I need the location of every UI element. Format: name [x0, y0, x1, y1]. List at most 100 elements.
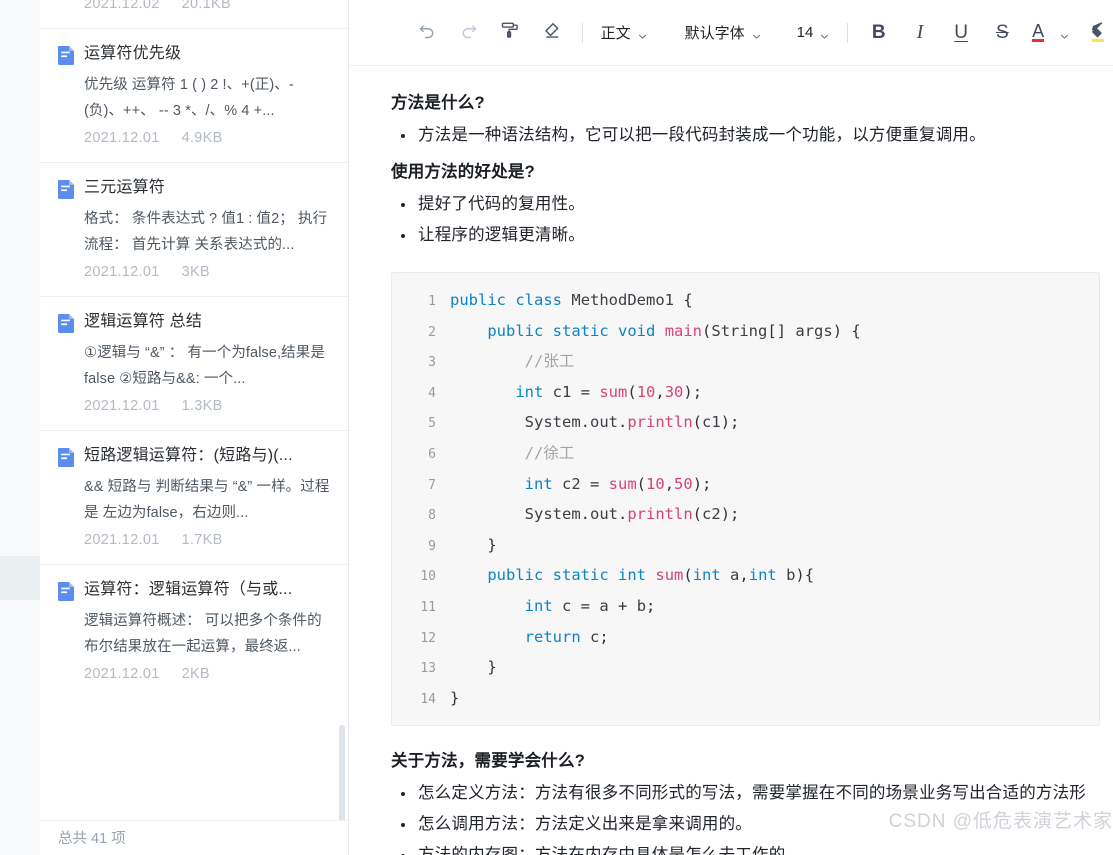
font-color-dropdown-button[interactable] — [1053, 13, 1076, 53]
document-icon — [58, 314, 74, 333]
undo-icon — [417, 20, 438, 46]
undo-button[interactable] — [407, 13, 448, 53]
code-line-text: System.out.println(c2); — [524, 505, 740, 524]
document-list-scrollbar[interactable] — [339, 725, 345, 820]
section-heading-2: 使用方法的好处是? — [391, 163, 535, 181]
highlighter-icon — [1087, 20, 1108, 46]
section-heading-1: 方法是什么? — [391, 94, 485, 112]
document-item-size: 4.9KB — [181, 130, 223, 146]
editor-pane: 正文 默认字体 14 B I U S A 方法是什么? 方法是一种语法结构，它可… — [349, 0, 1113, 855]
document-icon — [58, 180, 74, 199]
bullet-item: 怎么定义方法：方法有很多不同形式的写法，需要掌握在不同的场景业务写出合适的方法形 — [391, 778, 1113, 809]
code-line-number: 13 — [420, 661, 436, 677]
code-line: 5 System.out.println(c1); — [392, 407, 1099, 438]
document-list-sidebar: 码... } 格式2： if(条件表达式){ 代...2021.12.0220.… — [40, 0, 349, 855]
toolbar-divider-1 — [581, 22, 583, 43]
code-line-text: return c; — [524, 627, 609, 646]
document-item-meta: 2021.12.01 3KB — [84, 264, 330, 280]
code-line: 13 } — [392, 652, 1099, 683]
bold-icon: B — [871, 21, 886, 43]
code-line-number: 2 — [428, 324, 436, 340]
document-list[interactable]: 码... } 格式2： if(条件表达式){ 代...2021.12.0220.… — [40, 0, 348, 820]
paragraph-style-select[interactable]: 正文 — [593, 16, 655, 50]
document-item-snippet: && 短路与 判断结果与 “&” 一样。过程是 左边为false，右边则... — [84, 479, 330, 521]
code-line-number: 10 — [420, 569, 436, 585]
bullet-item: 让程序的逻辑更清晰。 — [391, 220, 1113, 251]
document-list-item[interactable]: 运算符：逻辑运算符（与或... 逻辑运算符概述： 可以把多个条件的布尔结果放在一起… — [40, 564, 348, 698]
code-line-text: //徐工 — [450, 443, 575, 462]
italic-icon: I — [916, 21, 924, 43]
code-line-number: 4 — [428, 385, 436, 401]
document-item-size: 1.3KB — [181, 398, 223, 414]
code-line: 2 public static void main(String[] args)… — [392, 316, 1099, 347]
code-line: 4 int c1 = sum(10,30); — [392, 377, 1099, 408]
document-list-item[interactable]: 码... } 格式2： if(条件表达式){ 代...2021.12.0220.… — [40, 0, 348, 28]
code-line: 14} — [392, 683, 1099, 714]
document-item-size: 3KB — [181, 264, 210, 280]
document-item-snippet: 格式： 条件表达式 ? 值1 : 值2； 执行流程： 首先计算 关系表达式的..… — [84, 211, 328, 253]
left-nav-rail-active-item[interactable] — [0, 556, 40, 600]
redo-icon — [458, 20, 479, 46]
highlight-button[interactable] — [1083, 13, 1113, 53]
bullet-list-1: 方法是一种语法结构，它可以把一段代码封装成一个功能，以方便重复调用。 — [391, 120, 1113, 151]
bullet-list-2: 提好了代码的复用性。 让程序的逻辑更清晰。 — [391, 189, 1113, 251]
document-item-title: 三元运算符 — [84, 179, 166, 196]
font-family-select[interactable]: 默认字体 — [677, 16, 769, 50]
document-item-meta: 2021.12.01 4.9KB — [84, 130, 330, 146]
document-list-item[interactable]: 三元运算符格式： 条件表达式 ? 值1 : 值2； 执行流程： 首先计算 关系表… — [40, 162, 348, 296]
italic-button[interactable]: I — [899, 13, 940, 53]
code-line-number: 11 — [420, 599, 436, 615]
document-item-snippet: ①逻辑与 “&” ： 有一个为false,结果是false ②短路与&&: 一个… — [84, 345, 325, 387]
code-line: 1 public class MethodDemo1 { — [392, 285, 1099, 316]
code-block[interactable]: 1 public class MethodDemo1 { 2 public stat… — [391, 272, 1100, 727]
document-item-date: 2021.12.01 — [84, 532, 160, 548]
document-item-date: 2021.12.01 — [84, 264, 160, 280]
document-list-item[interactable]: 逻辑运算符 总结 ①逻辑与 “&” ： 有一个为false,结果是false ②短… — [40, 296, 348, 430]
code-line-text: int c2 = sum(10,50); — [524, 474, 712, 493]
strikethrough-button[interactable]: S — [982, 13, 1023, 53]
font-size-value: 14 — [796, 24, 814, 41]
chevron-down-icon — [638, 28, 647, 39]
chevron-down-icon — [752, 28, 761, 39]
code-line: 3 //张工 — [392, 346, 1099, 377]
document-item-meta: 2021.12.01 1.3KB — [84, 398, 330, 414]
code-line-text: } — [450, 688, 460, 707]
document-item-title: 短路逻辑运算符：(短路与)(... — [84, 447, 293, 464]
code-line: 9 } — [392, 530, 1099, 561]
document-item-snippet: 优先级 运算符 1 ( ) 2 !、+(正)、-(负)、++、 -- 3 *、/… — [84, 77, 294, 119]
code-line-number: 6 — [428, 446, 436, 462]
document-item-header: 三元运算符 — [58, 177, 330, 199]
bullet-item: 提好了代码的复用性。 — [391, 189, 1113, 220]
document-item-date: 2021.12.01 — [84, 666, 160, 682]
code-line-number: 1 — [428, 294, 436, 309]
document-list-item[interactable]: 短路逻辑运算符：(短路与)(... && 短路与 判断结果与 “&” 一样。过程是… — [40, 430, 348, 564]
paragraph-style-value: 正文 — [600, 25, 631, 42]
format-painter-button[interactable] — [489, 13, 530, 53]
font-size-select[interactable]: 14 — [789, 16, 838, 50]
document-icon — [58, 46, 74, 65]
document-item-header: 逻辑运算符 总结 — [58, 311, 330, 333]
bold-button[interactable]: B — [858, 13, 899, 53]
code-line: 10 public static int sum(int a,int b){ — [392, 560, 1099, 591]
clear-format-button[interactable] — [531, 13, 572, 53]
left-nav-rail[interactable] — [0, 0, 40, 855]
code-line-text: public class MethodDemo1 { — [450, 291, 693, 309]
document-body[interactable]: 方法是什么? 方法是一种语法结构，它可以把一段代码封装成一个功能，以方便重复调用… — [349, 66, 1113, 855]
chevron-down-icon — [820, 28, 829, 39]
eraser-icon — [541, 20, 561, 45]
document-count-label: 总共 41 项 — [40, 820, 348, 855]
underline-icon: U — [954, 21, 968, 43]
document-item-snippet: 逻辑运算符概述： 可以把多个条件的布尔结果放在一起运算，最终返... — [84, 613, 322, 655]
redo-button[interactable] — [448, 13, 489, 53]
code-line-number: 5 — [428, 416, 436, 432]
document-item-header: 短路逻辑运算符：(短路与)(... — [58, 445, 330, 467]
highlight-color-swatch — [1091, 38, 1105, 42]
code-line-text: } — [450, 535, 497, 554]
font-color-button[interactable]: A — [1023, 13, 1053, 53]
code-line-text: int c = a + b; — [524, 596, 656, 615]
document-item-header: 运算符优先级 — [58, 43, 330, 65]
code-line-number: 7 — [428, 477, 436, 493]
document-list-item[interactable]: 运算符优先级优先级 运算符 1 ( ) 2 !、+(正)、-(负)、++、 --… — [40, 28, 348, 162]
underline-button[interactable]: U — [941, 13, 982, 53]
document-item-header: 运算符：逻辑运算符（与或... — [58, 579, 330, 601]
